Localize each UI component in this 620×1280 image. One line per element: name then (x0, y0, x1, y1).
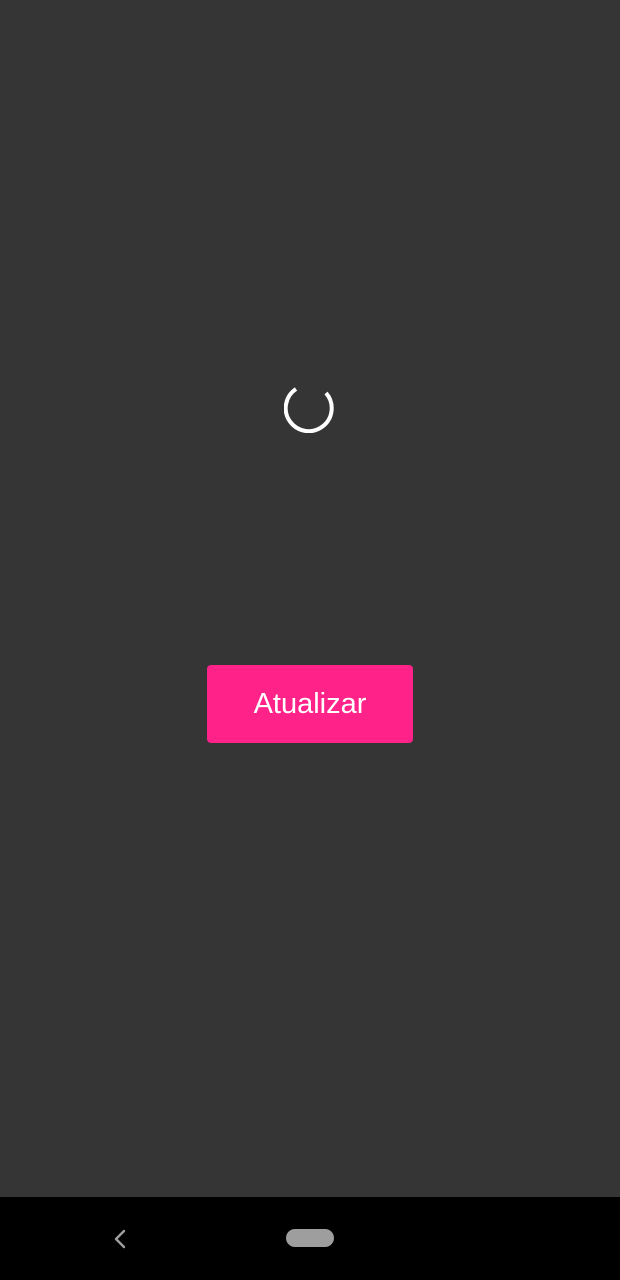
navigation-bar (0, 1197, 620, 1280)
refresh-button[interactable]: Atualizar (207, 665, 413, 743)
loading-spinner-icon (284, 387, 334, 433)
nav-back-button[interactable] (104, 1223, 136, 1255)
refresh-button-label: Atualizar (253, 687, 367, 720)
chevron-left-path (114, 1229, 126, 1249)
nav-home-button[interactable] (286, 1229, 334, 1247)
app-screen: Atualizar (0, 0, 620, 1197)
spinner-arc (284, 387, 334, 433)
chevron-left-icon (114, 1229, 126, 1249)
